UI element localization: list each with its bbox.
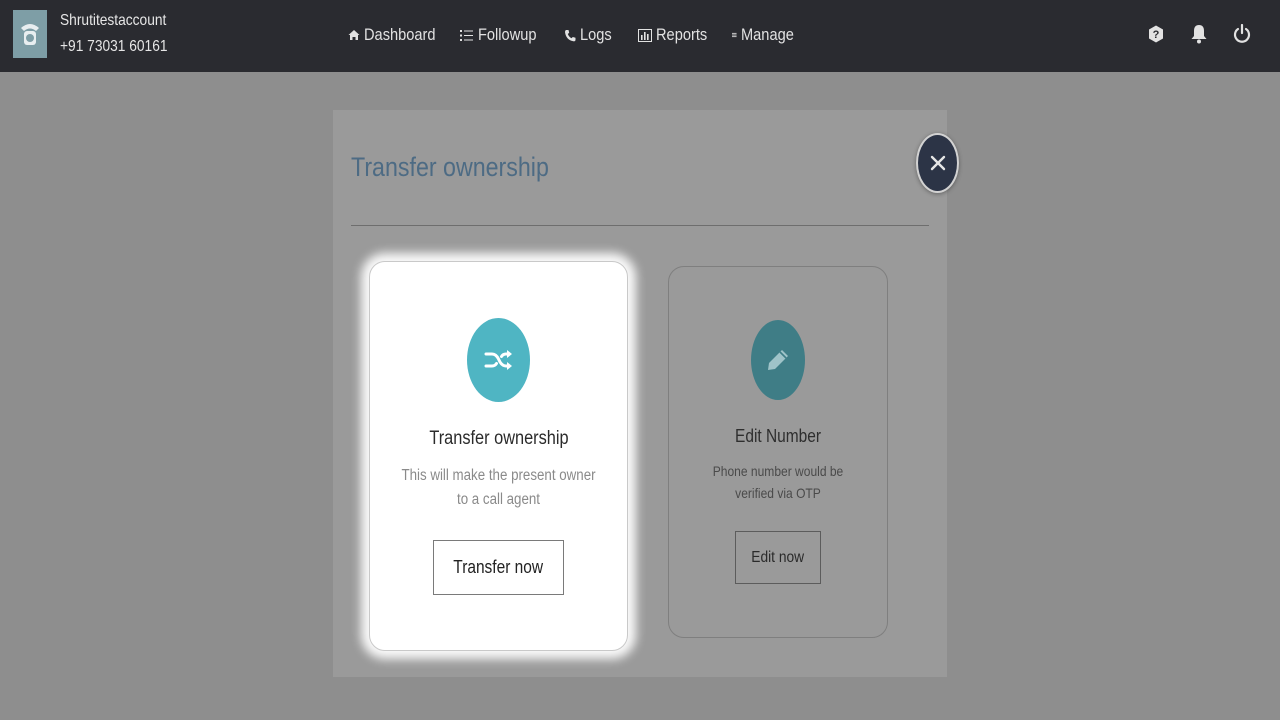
bell-icon[interactable] xyxy=(1185,22,1213,46)
power-icon[interactable] xyxy=(1228,22,1256,46)
menu-icon xyxy=(732,32,737,38)
nav-dashboard-label: Dashboard xyxy=(364,25,436,44)
transfer-card-description: This will make the present owner to a ca… xyxy=(401,467,596,508)
modal-title: Transfer ownership xyxy=(351,152,549,182)
account-avatar xyxy=(13,10,47,58)
account-phone: +91 73031 60161 xyxy=(60,38,168,55)
transfer-ownership-card: Transfer ownership This will make the pr… xyxy=(369,261,628,651)
help-icon[interactable]: ? xyxy=(1142,22,1170,46)
nav-manage-label: Manage xyxy=(740,25,794,44)
transfer-now-button[interactable]: Transfer now xyxy=(433,540,564,595)
list-icon xyxy=(460,29,473,41)
bar-chart-icon xyxy=(638,28,652,42)
close-icon xyxy=(930,155,945,171)
edit-now-button[interactable]: Edit now xyxy=(735,531,821,584)
nav-reports[interactable]: Reports xyxy=(638,25,732,45)
account-name: Shrutitestaccount xyxy=(60,12,167,29)
transfer-card-heading: Transfer ownership xyxy=(428,428,569,449)
nav-followup[interactable]: Followup xyxy=(460,25,564,45)
modal-divider xyxy=(351,225,929,226)
nav-logs-label: Logs xyxy=(580,25,612,44)
edit-card-heading: Edit Number xyxy=(734,426,822,446)
pencil-icon xyxy=(751,320,805,400)
edit-number-card: Edit Number Phone number would be verifi… xyxy=(668,266,888,638)
nav-dashboard[interactable]: Dashboard xyxy=(348,25,460,45)
top-nav-bar: Shrutitestaccount +91 73031 60161 Dashbo… xyxy=(0,0,1280,72)
account-info[interactable]: Shrutitestaccount +91 73031 60161 xyxy=(13,10,185,58)
close-button[interactable] xyxy=(916,133,959,193)
nav-logs[interactable]: Logs xyxy=(564,25,638,45)
svg-text:?: ? xyxy=(1153,29,1160,41)
phone-logo-icon xyxy=(21,24,39,45)
main-nav: Dashboard Followup Logs Reports Manage xyxy=(348,22,802,48)
nav-reports-label: Reports xyxy=(656,25,708,44)
shuffle-icon xyxy=(467,318,530,402)
phone-icon xyxy=(565,29,576,41)
edit-card-description: Phone number would be verified via OTP xyxy=(712,463,844,501)
home-icon xyxy=(348,30,360,40)
nav-manage[interactable]: Manage xyxy=(732,25,802,45)
nav-followup-label: Followup xyxy=(478,25,537,44)
